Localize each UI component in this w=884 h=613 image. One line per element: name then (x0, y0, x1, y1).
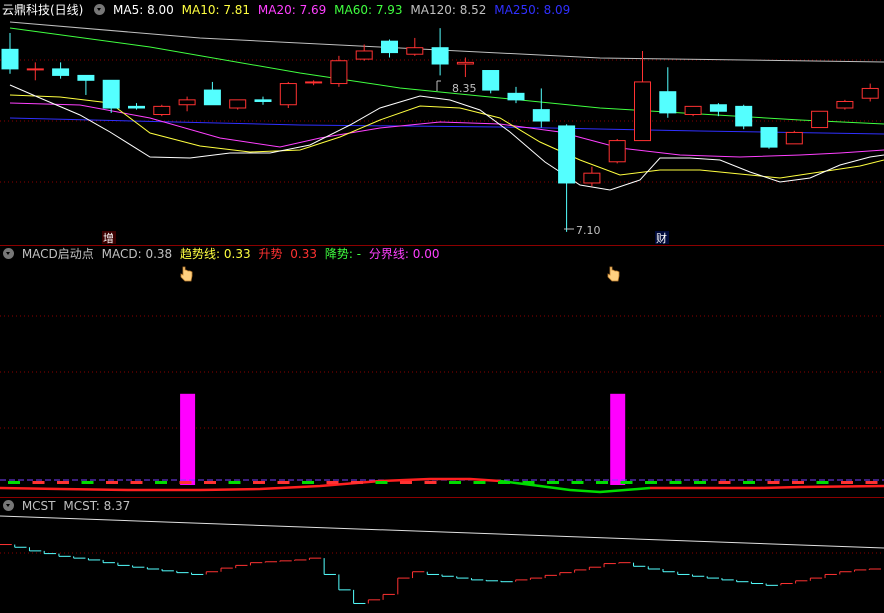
macd-dash (424, 481, 437, 484)
macd-dash (57, 481, 69, 484)
macd-dash (620, 481, 633, 484)
candle-up (355, 50, 373, 60)
candle-up (583, 172, 601, 184)
candle-up (330, 60, 348, 85)
macd-dash (106, 481, 118, 484)
candle-down (52, 68, 70, 76)
candle-down (532, 109, 550, 122)
macd-dash (743, 481, 755, 484)
candle-up (684, 105, 702, 116)
macd-dash (8, 481, 20, 484)
candle-down (709, 104, 727, 112)
candle-down (659, 91, 677, 114)
macd-dash (130, 481, 143, 484)
candle-down (735, 105, 753, 127)
high-price-label: 8.35 (452, 82, 477, 95)
ma60-line (9, 27, 884, 125)
macd-bars-group (180, 393, 626, 485)
macd-dash (375, 481, 388, 484)
macd-dash-group (8, 481, 878, 484)
macd-dash (816, 481, 829, 484)
macd-dash (32, 481, 45, 484)
candle-up (456, 61, 474, 65)
macd-dash (522, 481, 535, 484)
candlestick-group (1, 28, 879, 232)
macd-dash (865, 481, 878, 484)
candle-down (482, 70, 500, 91)
candle-down (128, 105, 145, 109)
macd-dash (228, 481, 241, 484)
candle-up (608, 140, 626, 163)
candle-up (634, 81, 651, 142)
macd-dash (718, 481, 731, 484)
candle-down (507, 92, 525, 101)
hand-pointer-icon[interactable] (180, 266, 193, 282)
candle-up (305, 81, 323, 84)
macd-dash (547, 481, 559, 484)
candle-up (178, 99, 196, 106)
macd-start-bar (180, 393, 196, 485)
hand-pointer-icon[interactable] (607, 266, 620, 282)
macd-start-bar (610, 393, 626, 485)
candle-up (861, 87, 879, 99)
zeng-marker[interactable]: 增 (103, 231, 114, 245)
low-price-label: 7.10 (576, 224, 601, 237)
candle-up (785, 131, 803, 145)
candle-up (811, 110, 829, 129)
candle-down (760, 127, 778, 148)
macd-dash (645, 481, 657, 484)
candle-down (431, 47, 449, 65)
macd-dash (767, 481, 780, 484)
macd-dash (253, 481, 265, 484)
candle-down (102, 79, 120, 109)
macd-dash (473, 481, 486, 484)
candle-up (26, 68, 44, 71)
candle-down (203, 89, 221, 106)
mcst-white-line (0, 515, 884, 549)
macd-red-trend-line (0, 477, 501, 492)
candle-up (229, 99, 247, 109)
macd-dash (351, 481, 363, 484)
candle-up (836, 100, 854, 109)
macd-dash (326, 481, 339, 484)
candle-down (254, 99, 272, 102)
macd-dash (400, 481, 412, 484)
candle-up (406, 47, 424, 55)
macd-dash (596, 481, 608, 484)
macd-dash (204, 481, 216, 484)
macd-dash (302, 481, 314, 484)
macd-red-trend-line-2 (650, 484, 884, 490)
candle-down (381, 40, 398, 54)
macd-dash (841, 481, 853, 484)
macd-dash (792, 481, 804, 484)
macd-dash (277, 481, 290, 484)
macd-dash (571, 481, 584, 484)
cai-marker[interactable]: 财 (656, 231, 667, 245)
macd-dash (669, 481, 682, 484)
macd-dash (498, 481, 510, 484)
candle-down (1, 48, 19, 70)
macd-dash (155, 481, 167, 484)
macd-dash (179, 481, 192, 484)
candle-down (558, 125, 576, 184)
candle-up (153, 105, 171, 116)
macd-dash (694, 481, 706, 484)
candle-up (279, 83, 297, 106)
candle-down (77, 74, 95, 81)
macd-dash (449, 481, 461, 484)
macd-dash (81, 481, 94, 484)
ma5-line (9, 84, 884, 191)
ma20-line (9, 102, 884, 158)
chart-canvas[interactable]: 8.35 7.10 增 财 (0, 0, 884, 613)
